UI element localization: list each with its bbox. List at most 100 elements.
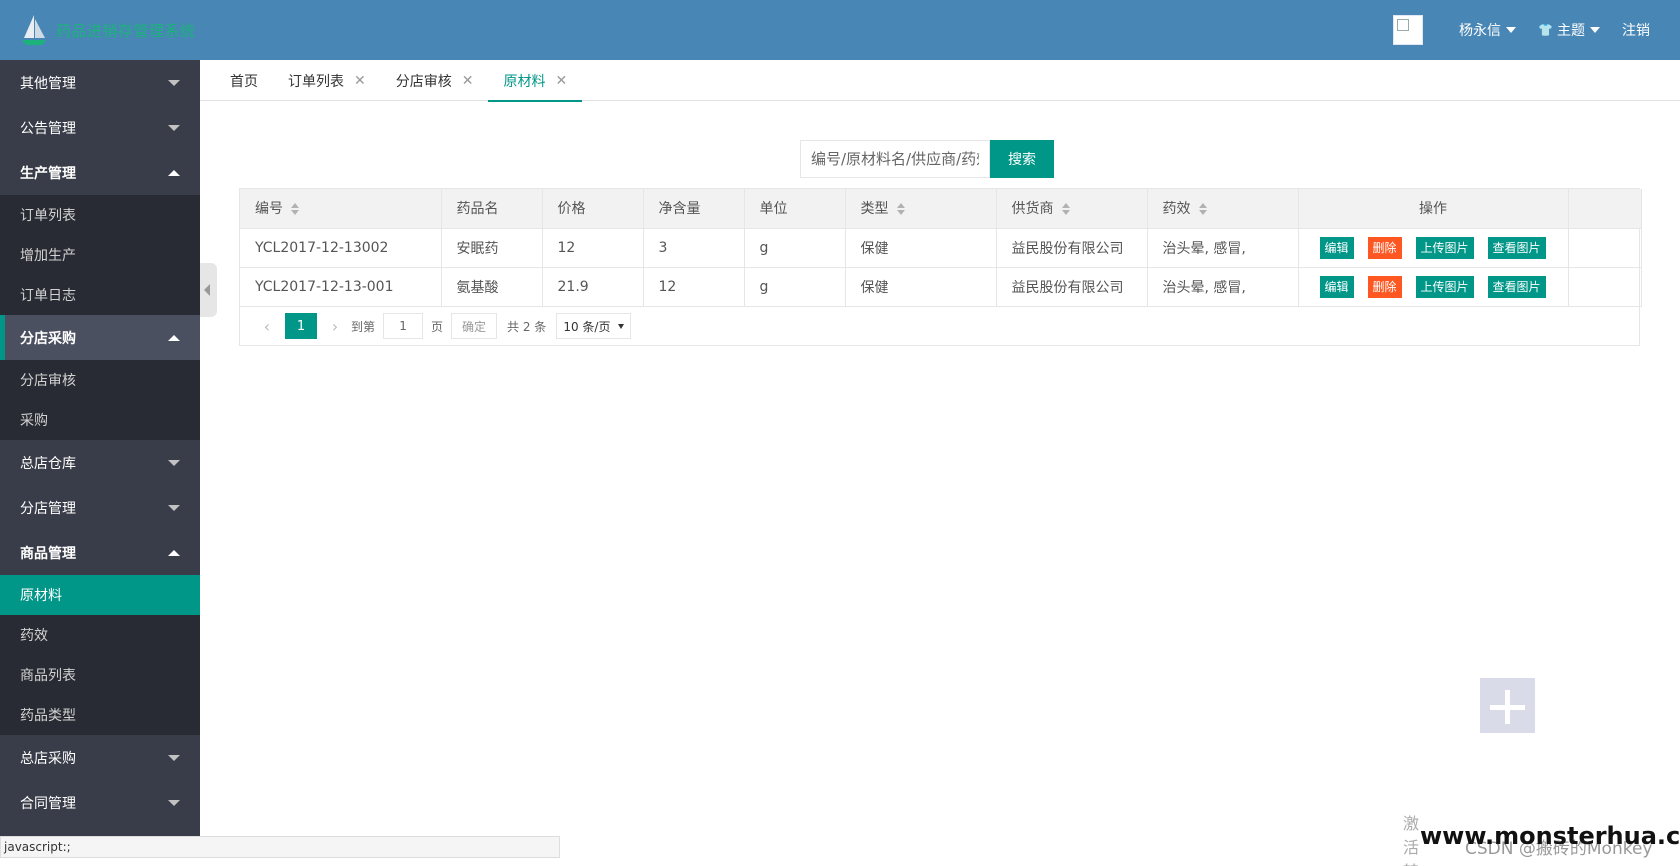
prev-page-icon[interactable]: ‹ [255, 317, 279, 336]
upload-image-button[interactable]: 上传图片 [1415, 236, 1474, 259]
sailboat-logo-icon [20, 14, 48, 46]
goto-label: 到第 [351, 319, 376, 334]
view-image-button[interactable]: 查看图片 [1487, 236, 1546, 259]
current-page[interactable]: 1 [285, 313, 317, 339]
edit-button[interactable]: 编辑 [1319, 275, 1354, 298]
nav-group-branch-purchase[interactable]: 分店采购 [0, 315, 200, 360]
sidebar-item-order-list[interactable]: 订单列表 [0, 195, 200, 235]
close-icon[interactable]: ✕ [555, 73, 567, 89]
chevron-down-icon [168, 459, 180, 466]
sort-icon[interactable] [291, 203, 300, 216]
chevron-down-icon [1506, 27, 1517, 33]
cell-code: YCL2017-12-13-001 [240, 267, 442, 307]
edit-button[interactable]: 编辑 [1319, 236, 1354, 259]
page-label: 页 [431, 319, 444, 334]
column-header-actions: 操作 [1298, 189, 1569, 229]
theme-menu[interactable]: 👕 主题 [1538, 20, 1600, 40]
cell-type: 保健 [845, 267, 997, 307]
nav-group-production[interactable]: 生产管理 [0, 150, 200, 195]
column-header-supplier[interactable]: 供货商 [996, 189, 1148, 229]
sort-icon[interactable] [1198, 203, 1208, 216]
nav-group-hq-purchase[interactable]: 总店采购 [0, 735, 200, 780]
goto-confirm-button[interactable]: 确定 [451, 313, 498, 339]
username: 杨永信 [1459, 23, 1502, 39]
nav-group-contract[interactable]: 合同管理 [0, 780, 200, 825]
cell-empty [1568, 228, 1642, 268]
avatar[interactable] [1393, 15, 1424, 45]
page-size-select[interactable]: 10 条/页 [556, 313, 632, 339]
sort-icon[interactable] [896, 203, 906, 216]
cell-net-content: 3 [643, 228, 745, 268]
nav-group-label: 合同管理 [20, 795, 76, 812]
delete-button[interactable]: 删除 [1367, 236, 1402, 259]
search-input[interactable] [800, 140, 990, 178]
chevron-down-icon [168, 124, 180, 131]
sort-icon[interactable] [1061, 203, 1071, 216]
sidebar: 其他管理 公告管理 生产管理 订单列表 增加生产 订单日志 分店采购 分店审核 … [0, 60, 200, 836]
tab-label: 首页 [230, 73, 258, 90]
chevron-down-icon [168, 754, 180, 761]
table-header-row: 编号 药品名 价格 净含量 单位 类型 供货商 药效 操作 [240, 189, 1642, 229]
sidebar-item-efficacy[interactable]: 药效 [0, 615, 200, 655]
cell-drug-name: 氨基酸 [441, 267, 543, 307]
cell-code: YCL2017-12-13002 [240, 228, 442, 268]
cell-type: 保健 [845, 228, 997, 268]
total-count: 共 2 条 [507, 319, 547, 334]
cell-drug-name: 安眠药 [441, 228, 543, 268]
logout-link[interactable]: 注销 [1622, 20, 1650, 40]
user-menu[interactable]: 杨永信 [1459, 20, 1517, 40]
column-header-code[interactable]: 编号 [240, 189, 442, 229]
column-header-unit: 单位 [744, 189, 846, 229]
nav-sub-branch-purchase: 分店审核 采购 [0, 360, 200, 440]
sidebar-item-raw-material[interactable]: 原材料 [0, 575, 200, 615]
nav-group-label: 其他管理 [20, 75, 76, 92]
sidebar-item-branch-review[interactable]: 分店审核 [0, 360, 200, 400]
nav-group-goods[interactable]: 商品管理 [0, 530, 200, 575]
cell-unit: g [744, 267, 846, 307]
upload-image-button[interactable]: 上传图片 [1415, 275, 1474, 298]
nav-sub-production: 订单列表 增加生产 订单日志 [0, 195, 200, 315]
column-header-type[interactable]: 类型 [845, 189, 997, 229]
chevron-down-icon [168, 79, 180, 86]
nav-group-label: 分店管理 [20, 500, 76, 517]
chevron-down-icon [168, 799, 180, 806]
sidebar-item-add-production[interactable]: 增加生产 [0, 235, 200, 275]
cell-efficacy: 治头晕, 感冒, [1147, 267, 1299, 307]
sidebar-item-purchase[interactable]: 采购 [0, 400, 200, 440]
column-header-efficacy[interactable]: 药效 [1147, 189, 1299, 229]
sidebar-item-order-log[interactable]: 订单日志 [0, 275, 200, 315]
nav-group-other[interactable]: 其他管理 [0, 60, 200, 105]
header-right: 杨永信 👕 主题 注销 [1393, 0, 1650, 60]
view-image-button[interactable]: 查看图片 [1487, 275, 1546, 298]
cell-actions: 编辑 删除 上传图片 查看图片 [1298, 267, 1569, 307]
column-header-net-content: 净含量 [643, 189, 745, 229]
table-row: YCL2017-12-13002 安眠药 12 3 g 保健 益民股份有限公司 … [240, 228, 1642, 268]
nav-group-label: 分店采购 [20, 330, 76, 347]
site-watermark: www.monsterhua.com [1420, 822, 1680, 850]
column-header-drug-name: 药品名 [441, 189, 543, 229]
tab-home[interactable]: 首页 [215, 60, 273, 101]
delete-button[interactable]: 删除 [1367, 275, 1402, 298]
logo[interactable]: 药品进销存管理系统 [20, 14, 196, 46]
nav-group-notice[interactable]: 公告管理 [0, 105, 200, 150]
sidebar-item-goods-list[interactable]: 商品列表 [0, 655, 200, 695]
chevron-up-icon [168, 334, 180, 341]
sidebar-collapse-handle[interactable] [200, 263, 217, 317]
add-icon[interactable] [1480, 678, 1535, 733]
nav-group-label: 总店采购 [20, 750, 76, 767]
raw-material-table: 编号 药品名 价格 净含量 单位 类型 供货商 药效 操作 YCL2017-12… [239, 188, 1642, 346]
cell-efficacy: 治头晕, 感冒, [1147, 228, 1299, 268]
next-page-icon[interactable]: › [323, 317, 347, 336]
tab-raw-material[interactable]: 原材料 ✕ [488, 60, 582, 102]
column-header-empty [1568, 189, 1642, 229]
search-button[interactable]: 搜索 [990, 140, 1054, 178]
nav-group-hq-warehouse[interactable]: 总店仓库 [0, 440, 200, 485]
sidebar-item-drug-type[interactable]: 药品类型 [0, 695, 200, 735]
tab-order-list[interactable]: 订单列表 ✕ [273, 60, 381, 101]
nav-group-branch-manage[interactable]: 分店管理 [0, 485, 200, 530]
close-icon[interactable]: ✕ [354, 73, 366, 89]
tab-branch-review[interactable]: 分店审核 ✕ [381, 60, 489, 101]
close-icon[interactable]: ✕ [462, 73, 474, 89]
tab-bar: 首页 订单列表 ✕ 分店审核 ✕ 原材料 ✕ [200, 60, 1680, 102]
goto-page-input[interactable] [383, 313, 424, 339]
